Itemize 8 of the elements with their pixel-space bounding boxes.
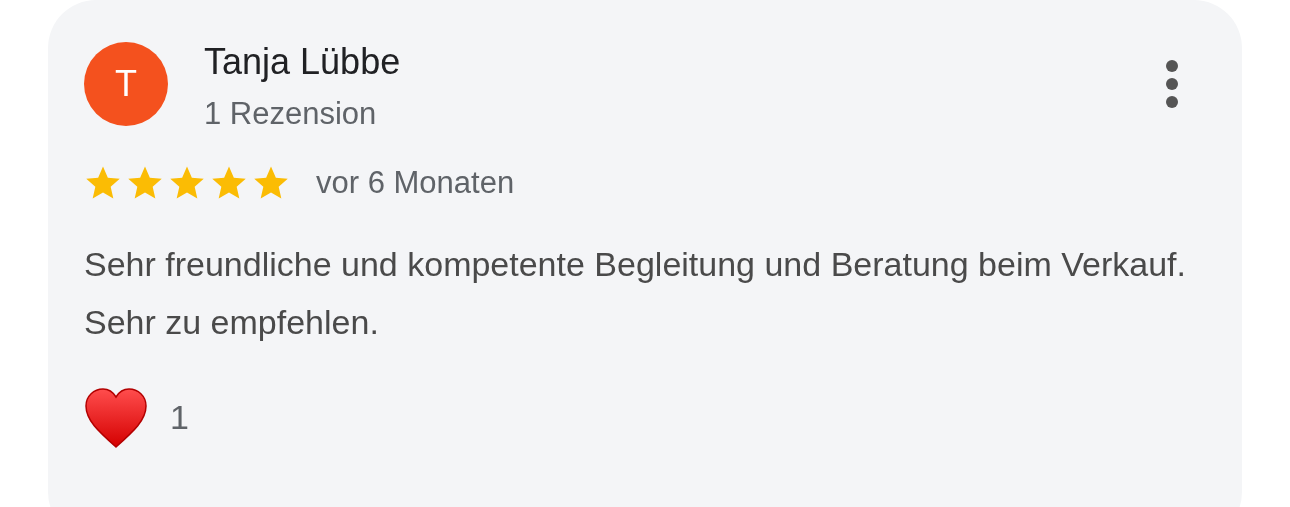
review-count: 1 Rezension (204, 95, 378, 133)
more-icon (1166, 60, 1178, 108)
review-time: vor 6 Monaten (316, 164, 515, 202)
review-text: Sehr freundliche und kompetente Begleitung und Beratung beim Verkauf. Sehr zu empfehlen. (84, 243, 1187, 343)
author-name: Tanja Lübbe (204, 40, 401, 84)
heart-icon (84, 386, 148, 449)
reaction-count: 1 (170, 397, 189, 438)
avatar: T (84, 42, 168, 126)
